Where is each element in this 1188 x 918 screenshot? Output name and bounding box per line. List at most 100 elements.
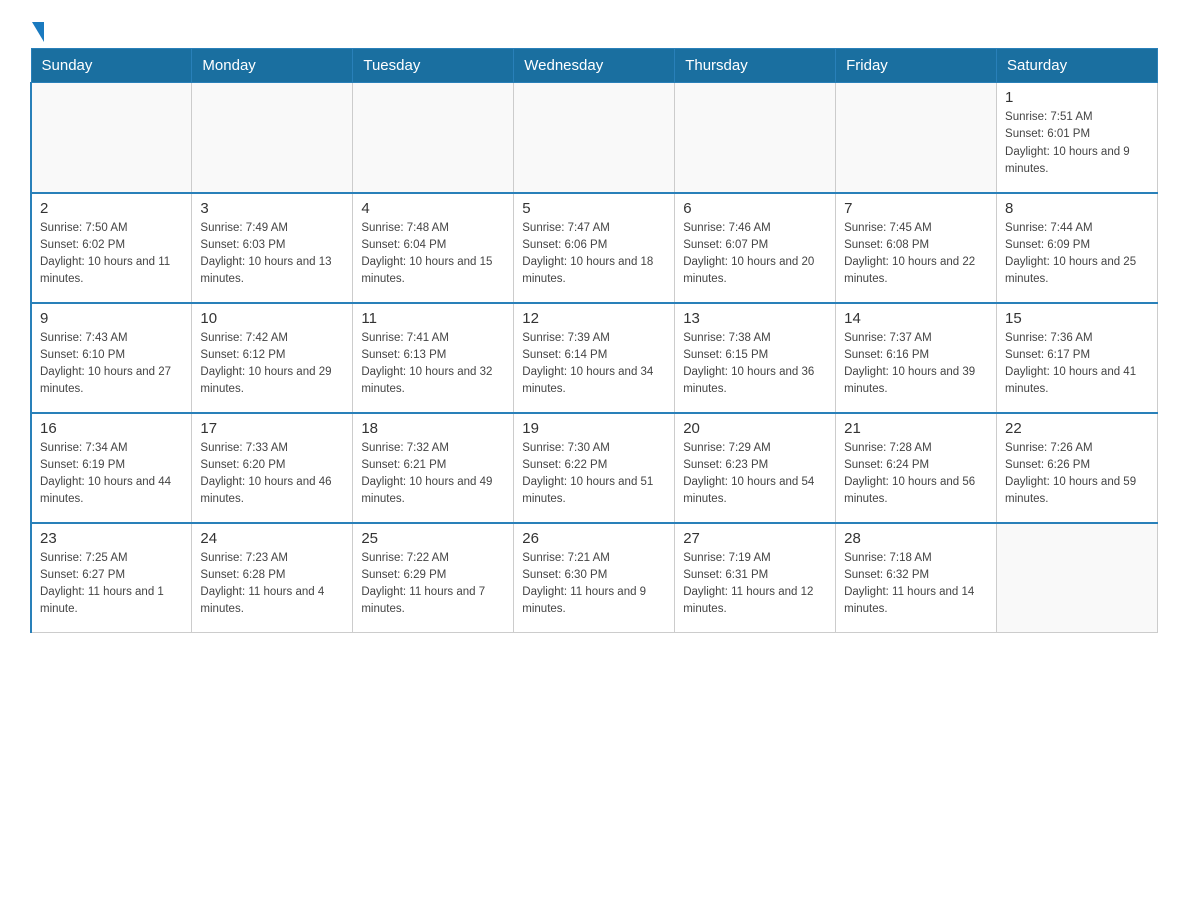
day-info: Sunrise: 7:22 AMSunset: 6:29 PMDaylight:… (361, 550, 505, 619)
day-info: Sunrise: 7:21 AMSunset: 6:30 PMDaylight:… (522, 550, 666, 619)
day-info: Sunrise: 7:48 AMSunset: 6:04 PMDaylight:… (361, 220, 505, 289)
day-number: 10 (200, 310, 344, 327)
calendar-cell: 25 Sunrise: 7:22 AMSunset: 6:29 PMDayligh… (353, 523, 514, 633)
day-info: Sunrise: 7:36 AMSunset: 6:17 PMDaylight:… (1005, 330, 1149, 399)
day-info: Sunrise: 7:30 AMSunset: 6:22 PMDaylight:… (522, 440, 666, 509)
day-info: Sunrise: 7:23 AMSunset: 6:28 PMDaylight:… (200, 550, 344, 619)
day-info: Sunrise: 7:32 AMSunset: 6:21 PMDaylight:… (361, 440, 505, 509)
day-number: 1 (1005, 89, 1149, 106)
calendar-cell (192, 83, 353, 193)
calendar-cell: 17Sunrise: 7:33 AMSunset: 6:20 PMDayligh… (192, 413, 353, 523)
day-number: 25 (361, 530, 505, 547)
calendar-cell (353, 83, 514, 193)
calendar-cell: 24 Sunrise: 7:23 AMSunset: 6:28 PMDayligh… (192, 523, 353, 633)
day-number: 9 (40, 310, 183, 327)
day-info: Sunrise: 7:41 AMSunset: 6:13 PMDaylight:… (361, 330, 505, 399)
weekday-header-tuesday: Tuesday (353, 49, 514, 83)
day-number: 19 (522, 420, 666, 437)
calendar-cell: 5Sunrise: 7:47 AMSunset: 6:06 PMDaylight… (514, 193, 675, 303)
day-number: 23 (40, 530, 183, 547)
calendar-cell (31, 83, 192, 193)
logo-arrow-icon (32, 22, 44, 42)
calendar-week-3: 16 Sunrise: 7:34 AMSunset: 6:19 PMDayligh… (31, 413, 1158, 523)
weekday-header-sunday: Sunday (31, 49, 192, 83)
calendar-cell: 22 Sunrise: 7:26 AMSunset: 6:26 PMDayligh… (997, 413, 1158, 523)
day-info: Sunrise: 7:34 AMSunset: 6:19 PMDaylight:… (40, 440, 183, 509)
calendar-cell: 9 Sunrise: 7:43 AMSunset: 6:10 PMDaylight… (31, 303, 192, 413)
day-number: 3 (200, 200, 344, 217)
day-info: Sunrise: 7:45 AMSunset: 6:08 PMDaylight:… (844, 220, 988, 289)
calendar-week-1: 2 Sunrise: 7:50 AMSunset: 6:02 PMDaylight… (31, 193, 1158, 303)
calendar-cell: 23 Sunrise: 7:25 AMSunset: 6:27 PMDayligh… (31, 523, 192, 633)
day-number: 22 (1005, 420, 1149, 437)
day-number: 7 (844, 200, 988, 217)
calendar-cell: 19 Sunrise: 7:30 AMSunset: 6:22 PMDayligh… (514, 413, 675, 523)
calendar-cell: 1 Sunrise: 7:51 AMSunset: 6:01 PMDaylight… (997, 83, 1158, 193)
day-info: Sunrise: 7:51 AMSunset: 6:01 PMDaylight:… (1005, 109, 1149, 178)
calendar-week-4: 23 Sunrise: 7:25 AMSunset: 6:27 PMDayligh… (31, 523, 1158, 633)
weekday-header-monday: Monday (192, 49, 353, 83)
day-info: Sunrise: 7:29 AMSunset: 6:23 PMDaylight:… (683, 440, 827, 509)
calendar-week-0: 1 Sunrise: 7:51 AMSunset: 6:01 PMDaylight… (31, 83, 1158, 193)
calendar-cell: 20 Sunrise: 7:29 AMSunset: 6:23 PMDayligh… (675, 413, 836, 523)
day-number: 18 (361, 420, 505, 437)
page-header (30, 20, 1158, 38)
calendar-cell: 11 Sunrise: 7:41 AMSunset: 6:13 PMDayligh… (353, 303, 514, 413)
day-info: Sunrise: 7:18 AMSunset: 6:32 PMDaylight:… (844, 550, 988, 619)
day-info: Sunrise: 7:38 AMSunset: 6:15 PMDaylight:… (683, 330, 827, 399)
day-number: 4 (361, 200, 505, 217)
calendar-cell (836, 83, 997, 193)
day-number: 14 (844, 310, 988, 327)
calendar-cell: 12 Sunrise: 7:39 AMSunset: 6:14 PMDayligh… (514, 303, 675, 413)
day-number: 2 (40, 200, 183, 217)
calendar-cell (997, 523, 1158, 633)
calendar-week-2: 9 Sunrise: 7:43 AMSunset: 6:10 PMDaylight… (31, 303, 1158, 413)
calendar-cell: 16 Sunrise: 7:34 AMSunset: 6:19 PMDayligh… (31, 413, 192, 523)
day-info: Sunrise: 7:39 AMSunset: 6:14 PMDaylight:… (522, 330, 666, 399)
day-info: Sunrise: 7:49 AMSunset: 6:03 PMDaylight:… (200, 220, 344, 289)
calendar-cell: 4 Sunrise: 7:48 AMSunset: 6:04 PMDaylight… (353, 193, 514, 303)
day-info: Sunrise: 7:26 AMSunset: 6:26 PMDaylight:… (1005, 440, 1149, 509)
day-number: 20 (683, 420, 827, 437)
day-number: 24 (200, 530, 344, 547)
day-number: 11 (361, 310, 505, 327)
day-info: Sunrise: 7:19 AMSunset: 6:31 PMDaylight:… (683, 550, 827, 619)
weekday-header-wednesday: Wednesday (514, 49, 675, 83)
weekday-header-thursday: Thursday (675, 49, 836, 83)
day-number: 15 (1005, 310, 1149, 327)
day-number: 5 (522, 200, 666, 217)
day-info: Sunrise: 7:37 AMSunset: 6:16 PMDaylight:… (844, 330, 988, 399)
day-number: 16 (40, 420, 183, 437)
calendar-table: SundayMondayTuesdayWednesdayThursdayFrid… (30, 48, 1158, 633)
day-number: 17 (200, 420, 344, 437)
day-info: Sunrise: 7:28 AMSunset: 6:24 PMDaylight:… (844, 440, 988, 509)
day-info: Sunrise: 7:25 AMSunset: 6:27 PMDaylight:… (40, 550, 183, 619)
calendar-cell: 13 Sunrise: 7:38 AMSunset: 6:15 PMDayligh… (675, 303, 836, 413)
day-number: 13 (683, 310, 827, 327)
calendar-cell: 7 Sunrise: 7:45 AMSunset: 6:08 PMDaylight… (836, 193, 997, 303)
calendar-cell: 8 Sunrise: 7:44 AMSunset: 6:09 PMDaylight… (997, 193, 1158, 303)
calendar-header-row: SundayMondayTuesdayWednesdayThursdayFrid… (31, 49, 1158, 83)
calendar-cell: 10 Sunrise: 7:42 AMSunset: 6:12 PMDayligh… (192, 303, 353, 413)
calendar-cell (675, 83, 836, 193)
day-number: 28 (844, 530, 988, 547)
day-info: Sunrise: 7:42 AMSunset: 6:12 PMDaylight:… (200, 330, 344, 399)
day-number: 26 (522, 530, 666, 547)
day-info: Sunrise: 7:46 AMSunset: 6:07 PMDaylight:… (683, 220, 827, 289)
day-info: Sunrise: 7:44 AMSunset: 6:09 PMDaylight:… (1005, 220, 1149, 289)
day-info: Sunrise: 7:50 AMSunset: 6:02 PMDaylight:… (40, 220, 183, 289)
weekday-header-friday: Friday (836, 49, 997, 83)
calendar-cell: 18 Sunrise: 7:32 AMSunset: 6:21 PMDayligh… (353, 413, 514, 523)
day-number: 21 (844, 420, 988, 437)
calendar-cell: 2 Sunrise: 7:50 AMSunset: 6:02 PMDaylight… (31, 193, 192, 303)
day-number: 12 (522, 310, 666, 327)
day-info: Sunrise: 7:43 AMSunset: 6:10 PMDaylight:… (40, 330, 183, 399)
day-number: 8 (1005, 200, 1149, 217)
calendar-cell: 3 Sunrise: 7:49 AMSunset: 6:03 PMDaylight… (192, 193, 353, 303)
calendar-cell (514, 83, 675, 193)
calendar-cell: 26 Sunrise: 7:21 AMSunset: 6:30 PMDayligh… (514, 523, 675, 633)
calendar-cell: 28 Sunrise: 7:18 AMSunset: 6:32 PMDayligh… (836, 523, 997, 633)
weekday-header-saturday: Saturday (997, 49, 1158, 83)
calendar-cell: 15 Sunrise: 7:36 AMSunset: 6:17 PMDayligh… (997, 303, 1158, 413)
calendar-cell: 6Sunrise: 7:46 AMSunset: 6:07 PMDaylight… (675, 193, 836, 303)
